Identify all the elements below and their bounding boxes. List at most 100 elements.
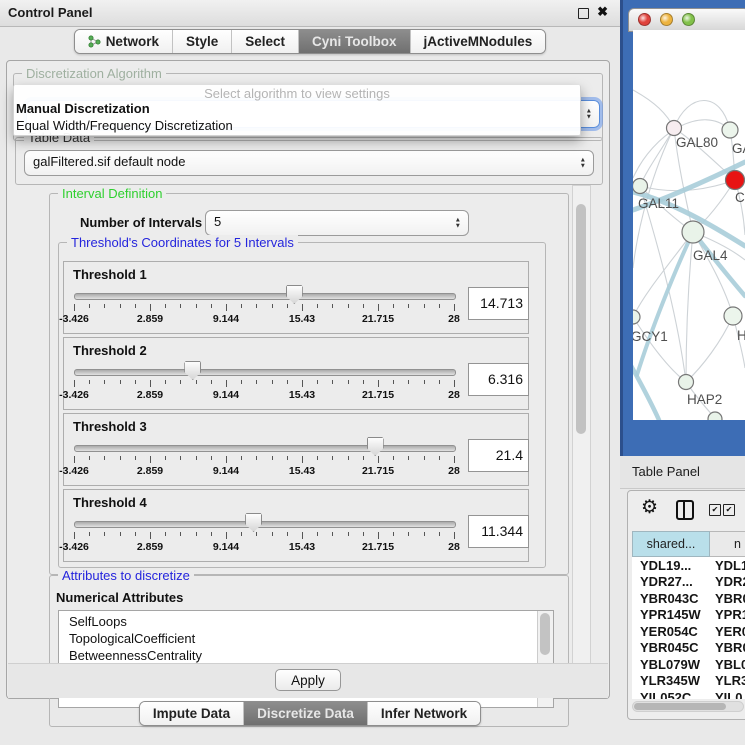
list-item[interactable]: SelfLoops [59, 613, 553, 630]
tick-mark [120, 456, 121, 460]
slider-track[interactable] [74, 293, 456, 300]
checkbox-icon[interactable]: ✔ [709, 504, 721, 516]
tick-label: 15.43 [289, 541, 315, 553]
algorithm-option-equal-width-frequency-discretization[interactable]: Equal Width/Frequency Discretization [14, 118, 580, 135]
settings-scrollbar-thumb[interactable] [576, 204, 586, 434]
network-node[interactable] [708, 412, 722, 420]
column-header-name[interactable]: n [710, 531, 745, 557]
table-row[interactable]: YDR27...YDR2 [632, 574, 745, 591]
tick-label: 15.43 [289, 389, 315, 401]
tick-label: 15.43 [289, 313, 315, 325]
network-node[interactable] [722, 122, 738, 138]
slider-thumb[interactable] [367, 437, 384, 456]
algorithm-option-list: Manual DiscretizationEqual Width/Frequen… [14, 101, 580, 134]
network-node[interactable] [633, 310, 640, 324]
slider-thumb[interactable] [245, 513, 262, 532]
checkbox-icon[interactable]: ✔ [723, 504, 735, 516]
table-row[interactable]: YBR043CYBR0 [632, 590, 745, 607]
network-graph[interactable]: GAL80GACGAL11GAL4GCY1HHAP2 [633, 30, 745, 420]
algorithm-option-manual-discretization[interactable]: Manual Discretization [14, 101, 580, 118]
node-label: C [735, 190, 745, 205]
network-node[interactable] [679, 375, 694, 390]
zoom-traffic-light-icon[interactable] [682, 13, 695, 26]
table-row[interactable]: YER054CYER0 [632, 623, 745, 640]
tick-mark [256, 304, 257, 308]
slider-thumb[interactable] [184, 361, 201, 380]
slider-thumb[interactable] [286, 285, 303, 304]
tab-discretize-data[interactable]: Discretize Data [243, 702, 367, 725]
tick-mark [104, 532, 105, 536]
network-node[interactable] [724, 307, 742, 325]
tab-cyni-toolbox[interactable]: Cyni Toolbox [298, 30, 410, 53]
network-node[interactable] [667, 121, 682, 136]
tick-mark [165, 304, 166, 308]
tick-mark [120, 304, 121, 308]
float-panel-icon[interactable] [578, 8, 589, 19]
numerical-attributes-label: Numerical Attributes [56, 590, 183, 605]
list-scrollbar-thumb[interactable] [540, 613, 550, 655]
threshold-value-field[interactable]: 11.344 [468, 515, 529, 548]
tick-mark [135, 456, 136, 460]
tick-mark [211, 304, 212, 308]
settings-scrollbar[interactable] [572, 185, 591, 664]
split-panel-icon[interactable] [676, 500, 694, 520]
cell-shared-name: YBR043C [632, 591, 710, 606]
network-titlebar[interactable] [628, 8, 745, 32]
tab-jactivemnodules[interactable]: jActiveMNodules [410, 30, 546, 53]
close-icon[interactable]: ✖ [597, 4, 608, 20]
tick-mark [287, 304, 288, 308]
close-traffic-light-icon[interactable] [638, 13, 651, 26]
table-row[interactable]: YPR145WYPR1 [632, 607, 745, 624]
tick-mark [454, 380, 455, 387]
cell-name: YDL1 [710, 558, 745, 573]
network-node[interactable] [682, 221, 704, 243]
threshold-value-field[interactable]: 14.713 [468, 287, 529, 320]
horizontal-scrollbar-thumb[interactable] [634, 703, 726, 710]
tick-mark [256, 380, 257, 384]
tick-mark [120, 532, 121, 536]
tick-label: 21.715 [362, 465, 394, 477]
tab-style[interactable]: Style [172, 30, 231, 53]
tick-label: 2.859 [137, 389, 163, 401]
threshold-value-field[interactable]: 6.316 [468, 363, 529, 396]
intervals-combo[interactable]: 5 ▲▼ [205, 210, 469, 236]
threshold-label: Threshold 1 [73, 267, 147, 282]
network-canvas[interactable]: GAL80GACGAL11GAL4GCY1HHAP2 [633, 30, 745, 420]
tick-mark [332, 456, 333, 460]
table-data-combo[interactable]: galFiltered.sif default node ▲▼ [24, 150, 594, 176]
horizontal-scrollbar[interactable] [632, 701, 744, 712]
cell-shared-name: YLR345W [632, 673, 710, 688]
table-row[interactable]: YLR345WYLR3 [632, 673, 745, 690]
column-header-shared-name[interactable]: shared... [632, 531, 710, 557]
list-item[interactable]: TopologicalCoefficient [59, 630, 553, 647]
table-rows: YDL19...YDL1YDR27...YDR2YBR043CYBR0YPR14… [632, 557, 745, 699]
tab-network[interactable]: Network [75, 30, 172, 53]
tick-mark [241, 532, 242, 536]
combo-stepper-icon: ▲▼ [455, 218, 461, 229]
tab-select[interactable]: Select [231, 30, 298, 53]
interval-definition-group: Interval Definition Number of Intervals … [49, 193, 569, 575]
table-row[interactable]: YBR045CYBR0 [632, 640, 745, 657]
list-item[interactable]: BetweennessCentrality [59, 647, 553, 664]
table-row[interactable]: YBL079WYBL0 [632, 656, 745, 673]
network-node[interactable] [726, 171, 745, 190]
table-row[interactable]: YIL052CYIL0 [632, 689, 745, 699]
slider-track[interactable] [74, 445, 456, 452]
slider-track[interactable] [74, 369, 456, 376]
minimize-traffic-light-icon[interactable] [660, 13, 673, 26]
tick-mark [211, 456, 212, 460]
table-row[interactable]: YDL19...YDL1 [632, 557, 745, 574]
tab-infer-network[interactable]: Infer Network [367, 702, 480, 725]
tick-mark [226, 532, 227, 539]
gear-icon[interactable]: ⚙ [641, 496, 658, 519]
tick-mark [241, 380, 242, 384]
tick-mark [135, 380, 136, 384]
threshold-value-field[interactable]: 21.4 [468, 439, 529, 472]
app-root: Control Panel ✖ NetworkStyleSelectCyni T… [0, 0, 745, 745]
network-node[interactable] [633, 179, 648, 194]
threshold-label: Threshold 3 [73, 419, 147, 434]
slider-track[interactable] [74, 521, 456, 528]
tab-impute-data[interactable]: Impute Data [140, 702, 243, 725]
tick-mark [393, 532, 394, 536]
apply-button[interactable]: Apply [275, 669, 341, 691]
